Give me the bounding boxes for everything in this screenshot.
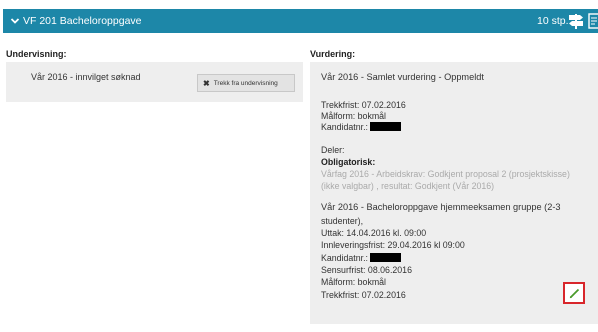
redacted-block	[369, 253, 401, 262]
redacted-block	[369, 122, 401, 131]
exam-withdraw-deadline: Trekkfrist: 07.02.2016	[321, 290, 406, 300]
course-credits: 10 stp.	[537, 15, 569, 27]
teaching-status: Vår 2016 - innvilget søknad	[31, 72, 141, 82]
assessment-summary: Vår 2016 - Samlet vurdering - Oppmeldt	[321, 72, 484, 82]
course-header[interactable]: VF 201 Bacheloroppgave 10 stp.	[3, 9, 598, 33]
exam-title-line2: studenter),	[321, 216, 364, 226]
course-title[interactable]: VF 201 Bacheloroppgave	[23, 15, 142, 27]
candidate-number: Kandidatnr.:	[321, 122, 401, 132]
document-edit-icon[interactable]	[588, 13, 598, 29]
teaching-panel: Vår 2016 - innvilget søknad ✖ Trekk fra …	[6, 62, 303, 102]
exam-candidate-number-label: Kandidatnr.:	[321, 253, 368, 263]
teaching-heading: Undervisning:	[6, 49, 67, 59]
mandatory-heading: Obligatorisk:	[321, 157, 376, 167]
assessment-heading: Vurdering:	[310, 49, 356, 59]
exam-language-form: Målform: bokmål	[321, 277, 387, 287]
exam-start: Uttak: 14.04.2016 kl. 09:00	[321, 228, 427, 238]
edit-button[interactable]	[563, 282, 585, 304]
grading-deadline: Sensurfrist: 08.06.2016	[321, 265, 412, 275]
exam-candidate-number: Kandidatnr.:	[321, 253, 401, 263]
withdraw-button[interactable]: ✖ Trekk fra undervisning	[197, 74, 295, 92]
signpost-icon[interactable]	[567, 12, 585, 30]
work-requirement-line1: Vårfag 2016 - Arbeidskrav: Godkjent prop…	[321, 169, 570, 179]
exam-title-line1: Vår 2016 - Bacheloroppgave hjemmeeksamen…	[321, 202, 561, 212]
withdraw-button-label: Trekk fra undervisning	[213, 79, 278, 87]
assessment-panel: Vår 2016 - Samlet vurdering - Oppmeldt T…	[310, 62, 598, 324]
work-requirement-line2: (ikke valgbar) , resultat: Godkjent (Vår…	[321, 181, 495, 191]
chevron-down-icon[interactable]	[10, 16, 20, 26]
withdraw-deadline: Trekkfrist: 07.02.2016	[321, 100, 406, 110]
close-icon: ✖	[203, 78, 210, 88]
candidate-number-label: Kandidatnr.:	[321, 122, 368, 132]
exam-deadline: Innleveringsfrist: 29.04.2016 kl 09:00	[321, 240, 465, 250]
pencil-icon	[569, 288, 580, 299]
language-form: Målform: bokmål	[321, 111, 387, 121]
parts-label: Deler:	[321, 145, 345, 155]
